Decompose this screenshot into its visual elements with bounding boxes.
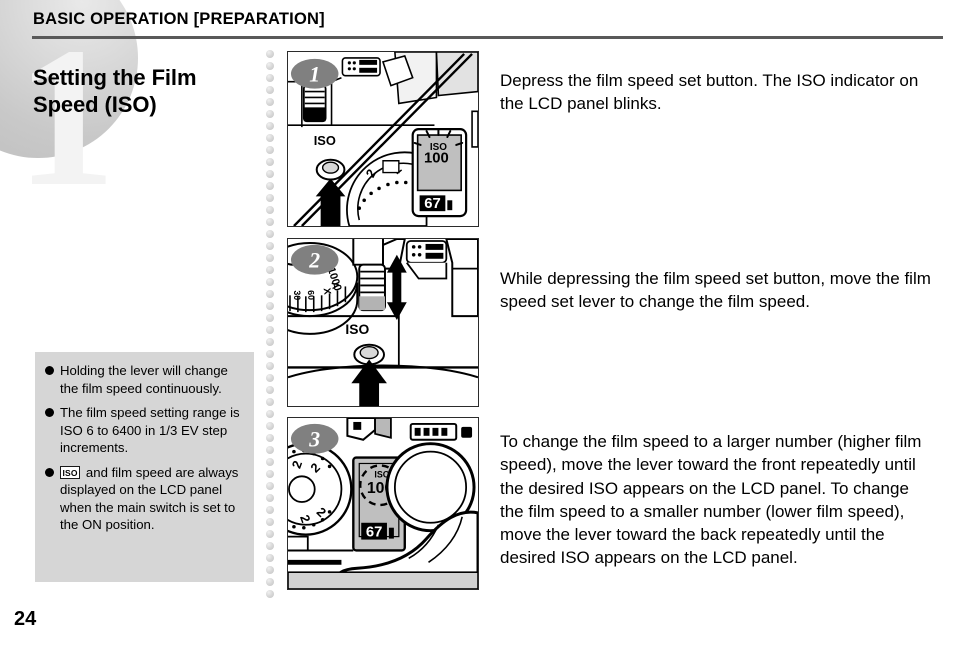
note-item: ISO and film speed are always displayed …: [45, 464, 246, 534]
divider-dot: [266, 122, 274, 130]
step-badge-3-label: 3: [308, 428, 320, 452]
divider-dot: [266, 530, 274, 538]
note-text-body: and film speed are always displayed on t…: [60, 464, 239, 533]
note-text: Holding the lever will change the film s…: [60, 363, 228, 396]
divider-dot: [266, 290, 274, 298]
divider-dot: [266, 182, 274, 190]
divider-dot: [266, 134, 274, 142]
note-item: Holding the lever will change the film s…: [45, 362, 246, 397]
figure-step-1: ISO 2 2 ISO 100 6: [287, 51, 479, 227]
divider-dot: [266, 242, 274, 250]
divider-dot: [266, 98, 274, 106]
divider-dot: [266, 482, 274, 490]
divider-dot: [266, 338, 274, 346]
camera-illustration-step-2: 1000 A X 60 30 ISO 2: [288, 239, 478, 406]
divider-dot: [266, 266, 274, 274]
divider-dot: [266, 74, 274, 82]
divider-dot: [266, 542, 274, 550]
divider-dot: [266, 422, 274, 430]
camera-illustration-step-3: 2 2 2 2 ISO 100 67 3: [288, 418, 478, 589]
divider-dot: [266, 554, 274, 562]
divider-dot: [266, 278, 274, 286]
divider-dot: [266, 206, 274, 214]
divider-dot: [266, 158, 274, 166]
divider-dot: [266, 566, 274, 574]
note-text: ISO and film speed are always displayed …: [60, 464, 246, 534]
page-number: 24: [14, 608, 37, 630]
divider-dot: [266, 434, 274, 442]
divider-dot: [266, 254, 274, 262]
divider-dot: [266, 230, 274, 238]
divider-dot: [266, 62, 274, 70]
svg-text:60: 60: [306, 290, 317, 301]
iso-label: ISO: [314, 133, 336, 148]
divider-dot: [266, 386, 274, 394]
instruction-step-1: Depress the film speed set button. The I…: [500, 71, 919, 114]
divider-dot: [266, 374, 274, 382]
iso-label: ISO: [345, 321, 369, 337]
divider-dot: [266, 362, 274, 370]
svg-text:30: 30: [292, 290, 302, 300]
divider-dot: [266, 506, 274, 514]
divider-dot: [266, 110, 274, 118]
divider-dot: [266, 398, 274, 406]
bullet-icon: [45, 366, 54, 375]
divider-dot: [266, 494, 274, 502]
note-text: The film speed setting range is ISO 6 to…: [60, 405, 240, 456]
page-title: Setting the Film Speed (ISO): [33, 64, 197, 117]
divider-dot: [266, 350, 274, 358]
bullet-icon: [45, 408, 54, 418]
lcd-iso-value: 100: [424, 151, 449, 167]
iso-indicator-icon: ISO: [60, 466, 81, 480]
divider-dot: [266, 86, 274, 94]
divider-dot: [266, 446, 274, 454]
header-rule: [32, 36, 943, 39]
step-badge-2-label: 2: [308, 249, 320, 273]
camera-illustration-step-1: ISO 2 2 ISO 100 6: [288, 52, 478, 226]
figure-step-3: 2 2 2 2 ISO 100 67 3: [287, 417, 479, 590]
divider-dot: [266, 590, 274, 598]
divider-dot: [266, 218, 274, 226]
divider-dot: [266, 50, 274, 58]
divider-dot: [266, 326, 274, 334]
instruction-step-3: To change the film speed to a larger num…: [500, 432, 922, 568]
divider-dot: [266, 314, 274, 322]
divider-dot: [266, 146, 274, 154]
bullet-icon: [45, 467, 54, 477]
divider-dot: [266, 470, 274, 478]
running-head: BASIC OPERATION [PREPARATION]: [33, 10, 325, 28]
divider-dot: [266, 458, 274, 466]
note-item: The film speed setting range is ISO 6 to…: [45, 404, 246, 457]
divider-dot: [266, 578, 274, 586]
notes-panel: Holding the lever will change the film s…: [35, 352, 254, 582]
lcd-frame-counter: 67: [424, 196, 441, 212]
divider-dot: [266, 170, 274, 178]
dotted-divider: [266, 50, 277, 602]
divider-dot: [266, 194, 274, 202]
step-badge-1-label: 1: [309, 63, 320, 87]
divider-dot: [266, 410, 274, 418]
divider-dot: [266, 302, 274, 310]
instruction-step-2: While depressing the film speed set butt…: [500, 269, 931, 312]
divider-dot: [266, 518, 274, 526]
figure-step-2: 1000 A X 60 30 ISO 2: [287, 238, 479, 407]
lcd-frame-counter: 67: [366, 525, 383, 541]
